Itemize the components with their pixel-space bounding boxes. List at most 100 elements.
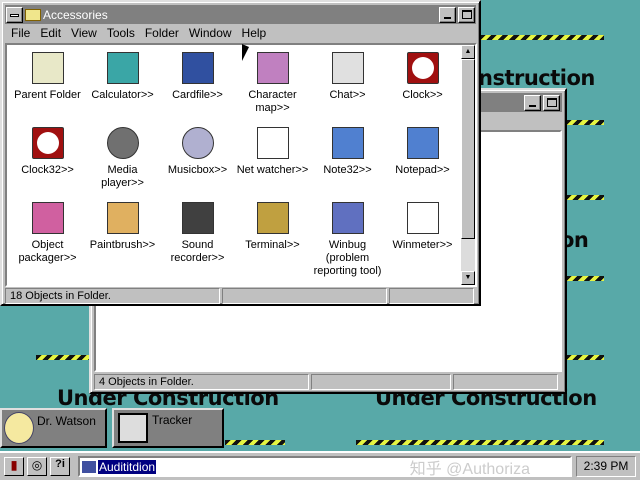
- folder-icon: [82, 460, 96, 473]
- status-bar: 4 Objects in Folder.: [94, 374, 309, 390]
- item-label: Sound recorder>>: [170, 239, 225, 264]
- item-label: Net watcher>>: [236, 164, 309, 176]
- folder-item[interactable]: Media player>>: [85, 127, 160, 190]
- folder-item[interactable]: Net watcher>>: [235, 127, 310, 177]
- document-icon: [406, 202, 439, 234]
- accessories-window[interactable]: Accessories File Edit View Tools Folder Windo…: [0, 0, 481, 306]
- folder-item[interactable]: Terminal>>: [235, 202, 310, 252]
- system-menu-button[interactable]: [6, 6, 23, 23]
- folder-item[interactable]: Chat>>: [310, 52, 385, 102]
- item-label: Cardfile>>: [172, 89, 223, 101]
- hazard-stripe: [566, 276, 604, 281]
- item-label: Calculator>>: [91, 89, 154, 101]
- item-label: Paintbrush>>: [89, 239, 156, 251]
- notepad-icon: [406, 127, 439, 159]
- command-text: Audititdion: [98, 459, 157, 474]
- start-icon[interactable]: ▮: [4, 457, 24, 476]
- winbug-icon: [331, 202, 364, 234]
- folder-item[interactable]: Winmeter>>: [385, 202, 460, 252]
- item-label: Note32>>: [323, 164, 372, 176]
- scroll-thumb[interactable]: [461, 59, 475, 239]
- minimize-button[interactable]: [439, 6, 456, 23]
- folder-item[interactable]: Character map>>: [235, 52, 310, 115]
- clock: 2:39 PM: [576, 456, 636, 477]
- vertical-scrollbar[interactable]: ▲ ▼: [461, 45, 475, 285]
- parent-folder-icon: [31, 52, 64, 84]
- minimized-label: Dr. Watson: [37, 414, 96, 428]
- hazard-stripe: [36, 355, 92, 360]
- folder-item[interactable]: Clock32>>: [10, 127, 85, 177]
- folder-item[interactable]: Paintbrush>>: [85, 202, 160, 252]
- menu-window[interactable]: Window: [184, 26, 237, 40]
- hazard-stripe: [566, 355, 604, 360]
- command-field[interactable]: Audititdion 知乎 @Authoriza: [78, 456, 572, 478]
- folder-item[interactable]: Calculator>>: [85, 52, 160, 102]
- folder-item[interactable]: Winbug (problem reporting tool): [310, 202, 385, 278]
- clock-icon: [31, 127, 64, 159]
- folder-item[interactable]: Sound recorder>>: [160, 202, 235, 265]
- folder-content[interactable]: Parent Folder Calculator>> Cardfile>> Chara…: [5, 43, 477, 287]
- folder-icon: [25, 8, 41, 21]
- status-pane: [311, 374, 451, 390]
- menu-edit[interactable]: Edit: [35, 26, 66, 40]
- telephone-icon: [331, 52, 364, 84]
- status-pane: [389, 288, 474, 304]
- item-label: Clock32>>: [21, 164, 74, 176]
- watermark: 知乎 @Authoriza: [409, 460, 530, 478]
- minimized-tracker[interactable]: Tracker: [112, 408, 224, 448]
- folder-item[interactable]: Cardfile>>: [160, 52, 235, 102]
- menu-file[interactable]: File: [6, 26, 35, 40]
- folder-item[interactable]: Notepad>>: [385, 127, 460, 177]
- cd-icon: [181, 127, 214, 159]
- hazard-stripe: [480, 35, 604, 40]
- item-label: Winbug (problem reporting tool): [313, 239, 382, 277]
- film-reel-icon: [106, 127, 139, 159]
- character-map-icon: [256, 52, 289, 84]
- minimized-label: Tracker: [152, 413, 193, 427]
- item-label: Terminal>>: [245, 239, 300, 251]
- status-pane: [222, 288, 387, 304]
- folder-item[interactable]: Clock>>: [385, 52, 460, 102]
- status-bar: 18 Objects in Folder.: [5, 288, 220, 304]
- maximize-button[interactable]: [458, 6, 475, 23]
- hazard-stripe: [566, 195, 604, 200]
- scroll-up-button[interactable]: ▲: [461, 45, 475, 59]
- item-label: Musicbox>>: [167, 164, 228, 176]
- taskbar: ▮ ◎ ?i Audititdion 知乎 @Authoriza 2:39 PM: [0, 451, 640, 480]
- item-label: Media player>>: [101, 164, 144, 189]
- banner-text: nstruction: [478, 66, 595, 90]
- folder-item[interactable]: Note32>>: [310, 127, 385, 177]
- menu-tools[interactable]: Tools: [102, 26, 140, 40]
- magnifier-monitor-icon: [118, 413, 148, 443]
- folder-item[interactable]: Musicbox>>: [160, 127, 235, 177]
- minimize-button[interactable]: [524, 94, 541, 111]
- item-label: Notepad>>: [395, 164, 450, 176]
- clock-icon: [406, 52, 439, 84]
- cardfile-icon: [181, 52, 214, 84]
- microphone-icon: [181, 202, 214, 234]
- item-label: Clock>>: [402, 89, 443, 101]
- minimized-dr-watson[interactable]: Dr. Watson: [0, 408, 107, 448]
- item-label: Winmeter>>: [392, 239, 453, 251]
- help-icon[interactable]: ?i: [50, 457, 70, 476]
- palette-icon: [106, 202, 139, 234]
- menu-view[interactable]: View: [66, 26, 102, 40]
- menu-bar: File Edit View Tools Folder Window Help: [6, 26, 271, 40]
- window-title: Accessories: [43, 7, 108, 22]
- dr-watson-icon: [4, 412, 34, 444]
- mouse-cursor-icon: [242, 44, 249, 61]
- status-pane: [453, 374, 558, 390]
- menu-help[interactable]: Help: [237, 26, 272, 40]
- eye-icon[interactable]: ◎: [27, 457, 47, 476]
- folder-item[interactable]: Object packager>>: [10, 202, 85, 265]
- folder-item[interactable]: Parent Folder: [10, 52, 85, 102]
- hazard-stripe: [225, 440, 285, 445]
- item-label: Parent Folder: [14, 89, 81, 101]
- title-bar[interactable]: Accessories: [5, 5, 476, 24]
- menu-folder[interactable]: Folder: [140, 26, 184, 40]
- item-label: Character map>>: [248, 89, 297, 114]
- maximize-button[interactable]: [543, 94, 560, 111]
- terminal-icon: [256, 202, 289, 234]
- scroll-down-button[interactable]: ▼: [461, 271, 475, 285]
- hazard-stripe: [356, 440, 604, 445]
